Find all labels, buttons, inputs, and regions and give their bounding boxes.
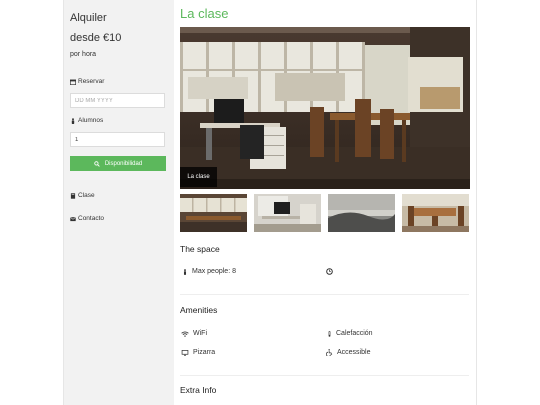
availability-button-label: Disponibilidad	[104, 160, 143, 167]
thermometer-icon	[328, 330, 331, 337]
clock-feature	[326, 268, 333, 275]
calendar-icon	[70, 79, 76, 85]
divider	[180, 294, 469, 295]
wheelchair-icon	[326, 349, 333, 356]
hero-photo	[180, 27, 470, 189]
amenity-label: Accessible	[337, 349, 371, 356]
max-people-feature: Max people: 8	[182, 268, 236, 275]
classroom-photo	[180, 27, 470, 189]
sidebar-link-contacto[interactable]: Contacto	[70, 215, 104, 222]
page-title: La clase	[180, 6, 229, 21]
envelope-icon	[70, 216, 76, 221]
availability-button[interactable]: Disponibilidad	[70, 156, 166, 171]
amenity-whiteboard: Pizarra	[181, 349, 215, 356]
divider	[180, 375, 469, 376]
amenity-accessible: Accessible	[326, 349, 370, 356]
person-icon	[71, 117, 75, 124]
thumbnail[interactable]	[328, 194, 395, 232]
booking-sidebar: Alquiler desde €10 por hora Reservar Alu…	[64, 0, 174, 405]
amenity-wifi: WiFi	[181, 330, 207, 337]
book-icon	[70, 192, 76, 199]
thumbnail[interactable]	[180, 194, 247, 232]
hero-caption: La clase	[180, 167, 217, 187]
sidebar-title: Alquiler	[70, 12, 107, 24]
clock-icon	[326, 268, 333, 275]
amenities-heading: Amenities	[180, 305, 218, 315]
price-unit: por hora	[70, 51, 97, 58]
search-icon	[94, 160, 100, 167]
sidebar-link-label: Contacto	[78, 215, 105, 222]
wifi-icon	[181, 330, 189, 337]
thumbnail-image	[328, 194, 395, 232]
thumbnail-image	[402, 194, 469, 232]
reserve-label: Reservar	[70, 78, 104, 85]
amenity-label: WiFi	[193, 330, 207, 337]
students-input[interactable]	[70, 132, 165, 147]
sidebar-link-clase[interactable]: Clase	[70, 192, 95, 199]
amenity-label: Pizarra	[193, 349, 216, 356]
extra-info-heading: Extra Info	[180, 385, 217, 395]
person-icon	[183, 268, 187, 275]
right-border	[476, 0, 477, 405]
sidebar-link-label: Clase	[78, 192, 95, 199]
space-heading: The space	[180, 244, 220, 254]
reserve-label-text: Reservar	[78, 78, 105, 85]
monitor-icon	[181, 349, 189, 356]
thumbnail-image	[254, 194, 321, 232]
date-input[interactable]	[70, 93, 165, 108]
thumbnail[interactable]	[254, 194, 321, 232]
price: desde €10	[70, 32, 122, 44]
amenity-heating: Calefacción	[327, 330, 373, 337]
thumbnail[interactable]	[402, 194, 469, 232]
thumbnail-image	[180, 194, 247, 232]
students-label: Alumnos	[70, 117, 103, 124]
students-label-text: Alumnos	[78, 117, 104, 124]
max-people-text: Max people: 8	[192, 268, 236, 275]
amenity-label: Calefacción	[336, 330, 373, 337]
